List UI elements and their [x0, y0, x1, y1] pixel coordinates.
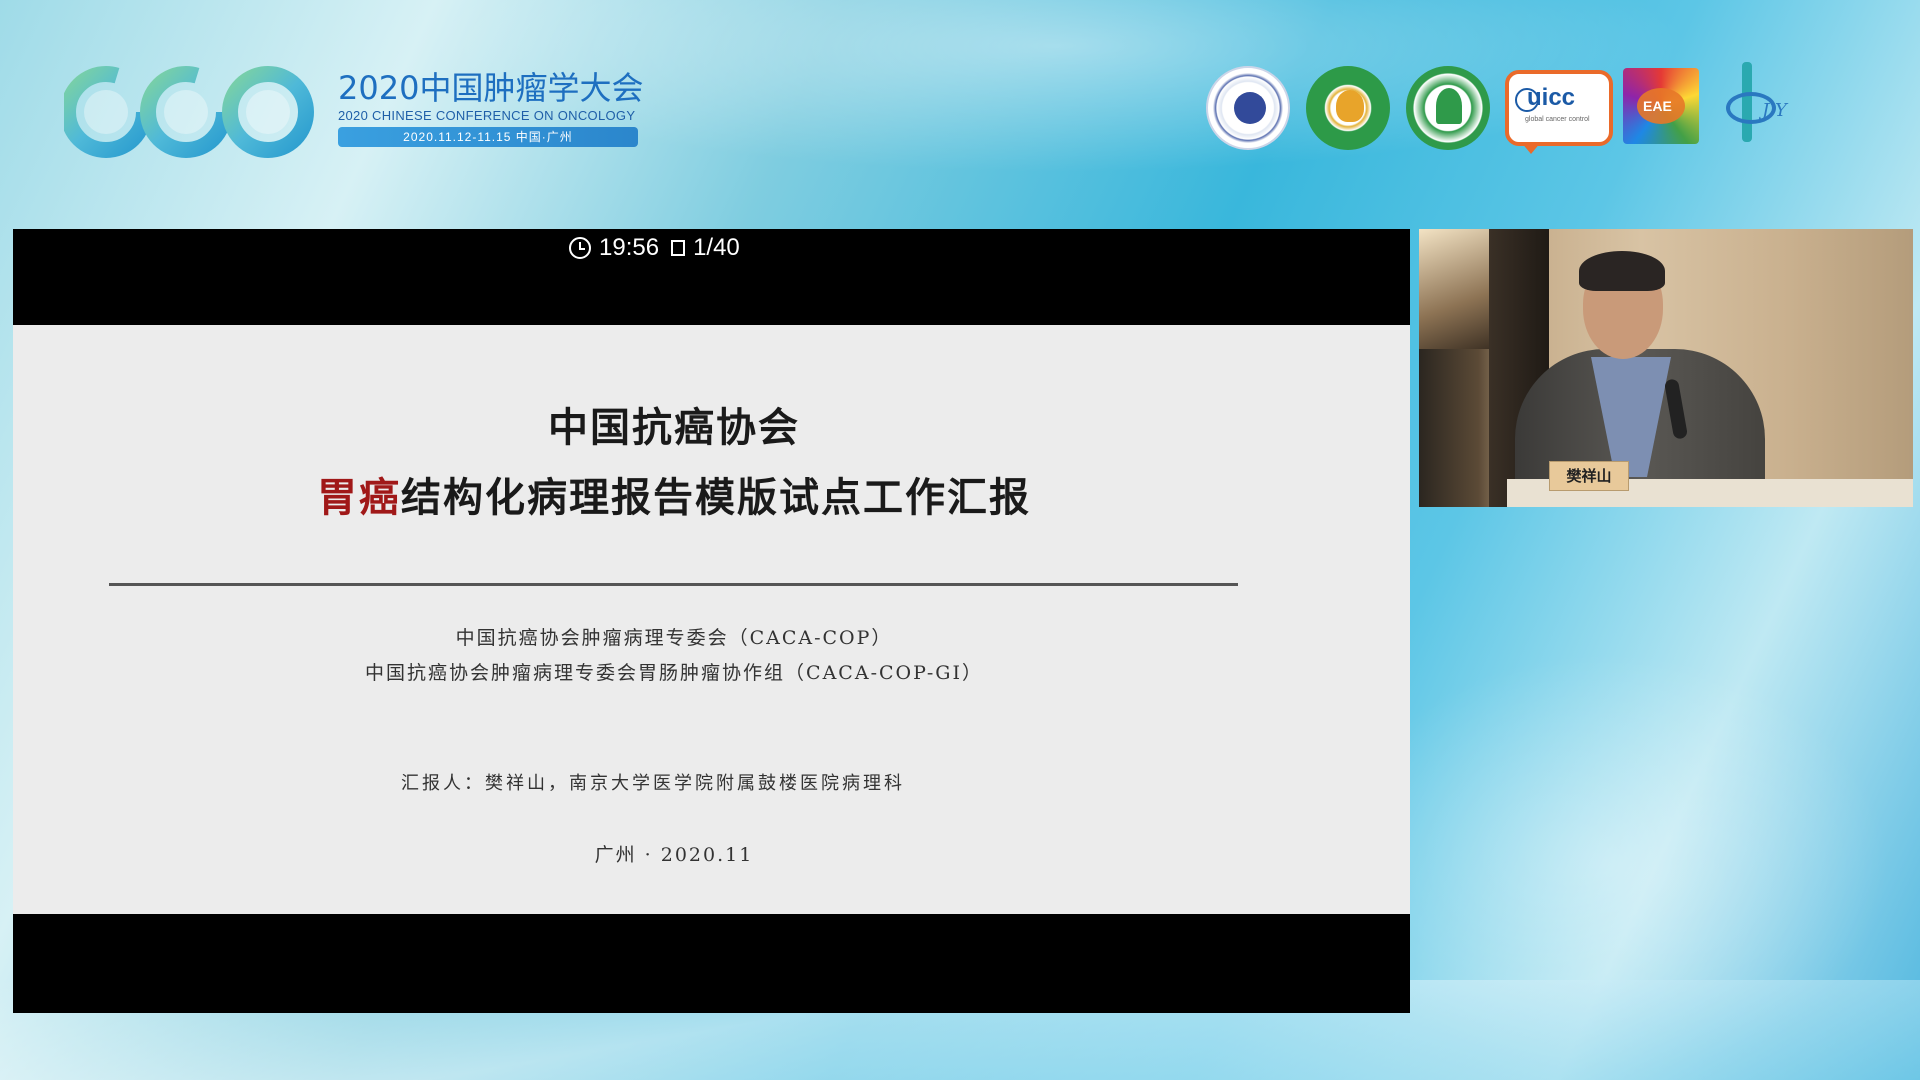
player-page-counter: 1/40	[693, 234, 740, 261]
guangzhou-tower-logo-icon: J Y	[1712, 62, 1822, 148]
cco-logo-icon	[64, 66, 314, 158]
conference-title-en: 2020 CHINESE CONFERENCE ON ONCOLOGY	[338, 108, 636, 123]
clock-icon	[569, 237, 591, 259]
tsidic-eae-logo-icon: EAE	[1623, 68, 1699, 144]
presentation-slide: 中国抗癌协会 胃癌结构化病理报告模版试点工作汇报 中国抗癌协会肿瘤病理专委会（C…	[13, 325, 1410, 914]
lamp-shade	[1419, 229, 1499, 349]
slide-reporter: 汇报人：樊祥山，南京大学医学院附属鼓楼医院病理科	[401, 773, 905, 794]
conference-date-location: 2020.11.12-11.15 中国·广州	[338, 127, 638, 147]
slide-divider	[109, 583, 1238, 586]
conference-header: 2020中国肿瘤学大会 2020 CHINESE CONFERENCE ON O…	[0, 0, 1920, 200]
conference-title-block: 2020中国肿瘤学大会 2020 CHINESE CONFERENCE ON O…	[338, 70, 643, 147]
slide-place-date: 广州 · 2020.11	[594, 844, 754, 866]
slide-title-line2: 胃癌结构化病理报告模版试点工作汇报	[13, 465, 1335, 523]
slide-title-rest: 结构化病理报告模版试点工作汇报	[401, 475, 1031, 521]
conference-title-cn: 2020中国肿瘤学大会	[338, 69, 644, 107]
slide-org-line2: 中国抗癌协会肿瘤病理专委会胃肠肿瘤协作组（CACA-COP-GI）	[365, 662, 983, 684]
speaker-nameplate: 樊祥山	[1549, 461, 1629, 491]
green-association-emblem-icon	[1306, 66, 1390, 150]
green-circle-emblem-icon	[1406, 66, 1490, 150]
slide-player: 19:56 1/40 中国抗癌协会 胃癌结构化病理报告模版试点工作汇报 中国抗癌…	[13, 229, 1410, 1013]
speaker-video: 樊祥山	[1419, 229, 1913, 507]
slide-title-highlight: 胃癌	[317, 475, 401, 521]
player-status: 19:56 1/40	[569, 233, 740, 263]
speaker-hair	[1579, 251, 1665, 291]
uicc-logo-icon: uicc global cancer control	[1505, 70, 1613, 154]
page-icon	[671, 240, 686, 256]
slide-org-line1: 中国抗癌协会肿瘤病理专委会（CACA-COP）	[455, 627, 893, 649]
player-status-bar: 19:56 1/40	[13, 229, 1410, 325]
slide-title-line1: 中国抗癌协会	[548, 405, 800, 451]
player-time: 19:56	[599, 234, 660, 261]
caca-seal-icon	[1206, 66, 1290, 150]
